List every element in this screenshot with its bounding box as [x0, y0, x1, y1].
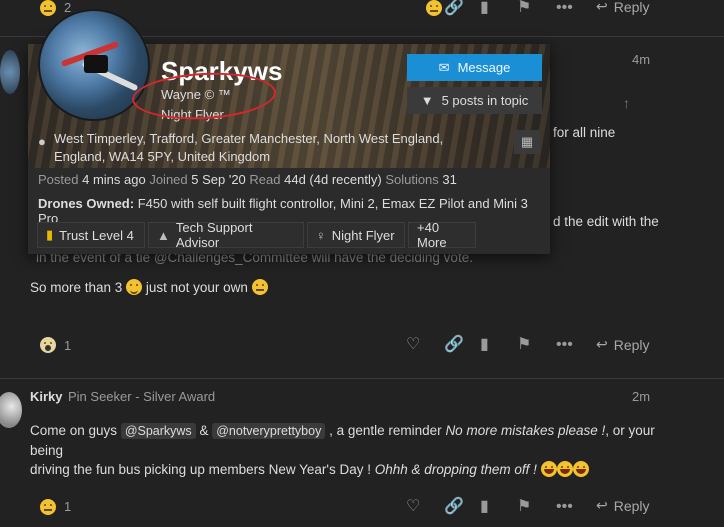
- post-text-fragment: d the edit with the: [553, 214, 659, 229]
- mention-link[interactable]: @Sparkyws: [120, 423, 196, 439]
- bookmark-icon[interactable]: ▮: [480, 499, 489, 515]
- more-icon[interactable]: •••: [556, 337, 573, 353]
- post-text-fragment: for all nine: [553, 125, 616, 140]
- post-avatar[interactable]: [0, 50, 20, 94]
- badge-tech-support[interactable]: ▲ Tech Support Advisor: [148, 220, 304, 250]
- reply-icon: ↩: [596, 336, 608, 352]
- reply-button[interactable]: ↩ Reply: [596, 336, 650, 353]
- badge-trust-level[interactable]: ▮ Trust Level 4: [37, 222, 145, 248]
- mention-link[interactable]: @notveryprettyboy: [212, 423, 326, 439]
- user-icon: ▮: [46, 227, 54, 242]
- link-icon[interactable]: 🔗: [444, 337, 464, 353]
- user-icon: ▲: [157, 227, 170, 243]
- posts-in-topic-button[interactable]: ▼ 5 posts in topic: [407, 87, 542, 114]
- emoji-reaction-icon[interactable]: [40, 0, 56, 16]
- divider: [0, 378, 724, 379]
- reply-button[interactable]: ↩ Reply: [596, 0, 650, 15]
- lightbulb-icon: ♀: [316, 227, 326, 243]
- card-location: West Timperley, Trafford, Greater Manche…: [54, 131, 444, 164]
- laughing-emoji-icon: [540, 461, 557, 477]
- post-actions: 1 ♡ 🔗 ▮ ⚑ ••• ↩ Reply: [0, 336, 724, 366]
- message-button[interactable]: ✉ Message: [407, 54, 542, 81]
- reply-icon: ↩: [596, 0, 608, 14]
- post-body: So more than 3 just not your own: [30, 278, 268, 297]
- badge-more[interactable]: +40 More: [408, 220, 476, 250]
- flag-icon[interactable]: ⚑: [517, 337, 531, 353]
- post-author[interactable]: Kirky: [30, 389, 63, 404]
- wink-emoji-icon: [126, 279, 143, 295]
- post-avatar[interactable]: [0, 392, 22, 428]
- grin-emoji-icon: [251, 279, 268, 295]
- drone-body: [84, 55, 108, 73]
- heart-icon[interactable]: ♡: [406, 337, 420, 353]
- arrow-up-icon[interactable]: ↑: [623, 95, 630, 111]
- link-icon[interactable]: 🔗: [444, 0, 464, 16]
- scream-emoji-icon[interactable]: [40, 337, 56, 353]
- reaction-count: 2: [64, 0, 72, 15]
- more-icon[interactable]: •••: [556, 499, 573, 515]
- bookmark-icon[interactable]: ▮: [480, 0, 489, 16]
- map-icon[interactable]: ▦: [514, 130, 540, 154]
- flag-icon[interactable]: ⚑: [517, 499, 531, 515]
- author-title: Pin Seeker - Silver Award: [68, 389, 216, 404]
- post-actions: 1 ♡ 🔗 ▮ ⚑ ••• ↩ Reply: [0, 497, 724, 527]
- reply-icon: ↩: [596, 497, 608, 513]
- heart-icon[interactable]: ♡: [406, 499, 420, 515]
- filter-icon: ▼: [420, 93, 434, 108]
- map-pin-icon: ●: [38, 134, 46, 149]
- link-icon[interactable]: 🔗: [444, 499, 464, 515]
- emoji-react-button-icon[interactable]: [425, 0, 442, 16]
- post-time: 4m: [632, 52, 651, 67]
- laughing-emoji-icon: [572, 461, 589, 477]
- envelope-icon: ✉: [438, 59, 450, 75]
- reaction-count: 1: [64, 499, 72, 514]
- bookmark-icon[interactable]: ▮: [480, 337, 489, 353]
- reaction-count: 1: [64, 338, 72, 353]
- emoji-reaction-icon[interactable]: [40, 499, 56, 515]
- card-stats: Posted 4 mins ago Joined 5 Sep '20 Read …: [38, 172, 457, 187]
- badge-night-flyer[interactable]: ♀ Night Flyer: [307, 222, 405, 248]
- post-body: Come on guys @Sparkyws & @notveryprettyb…: [30, 423, 655, 477]
- reply-button[interactable]: ↩ Reply: [596, 497, 650, 514]
- laughing-emoji-icon: [556, 461, 573, 477]
- flag-icon[interactable]: ⚑: [517, 0, 531, 16]
- more-icon[interactable]: •••: [556, 0, 573, 16]
- post-time: 2m: [632, 389, 651, 404]
